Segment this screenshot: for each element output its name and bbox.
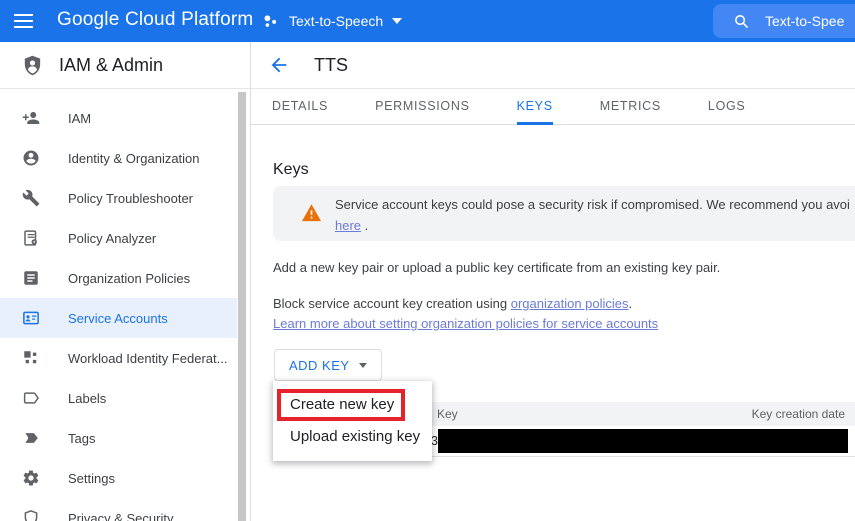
document-gear-icon xyxy=(22,229,40,247)
menu-item-upload-existing-key[interactable]: Upload existing key xyxy=(273,421,432,453)
sidebar-item-privacy-security[interactable]: Privacy & Security xyxy=(0,498,237,521)
brand-title: Google Cloud Platform xyxy=(57,9,253,31)
chevron-down-icon xyxy=(392,18,402,24)
organization-policies-link[interactable]: organization policies xyxy=(511,296,629,311)
warning-banner: Service account keys could pose a securi… xyxy=(273,186,855,241)
key-id-visible-text: 3 xyxy=(431,434,438,448)
service-account-icon xyxy=(22,309,40,327)
sidebar-item-label: Workload Identity Federat... xyxy=(68,351,227,366)
keys-heading: Keys xyxy=(273,161,309,179)
tab-bar: DETAILS PERMISSIONS KEYS METRICS LOGS xyxy=(251,89,855,125)
tab-metrics[interactable]: METRICS xyxy=(600,89,661,125)
sidebar-item-tags[interactable]: Tags xyxy=(0,418,237,458)
sidebar-nav: IAM Identity & Organization Policy Troub… xyxy=(0,89,250,521)
sidebar-item-policy-analyzer[interactable]: Policy Analyzer xyxy=(0,218,237,258)
sidebar-item-labels[interactable]: Labels xyxy=(0,378,237,418)
account-circle-icon xyxy=(22,149,40,167)
person-add-icon xyxy=(22,109,40,127)
warning-icon xyxy=(301,203,322,222)
article-icon xyxy=(22,269,40,287)
menu-item-create-new-key[interactable]: Create new key xyxy=(273,389,432,421)
sidebar-item-workload-identity-federation[interactable]: Workload Identity Federat... xyxy=(0,338,237,378)
tab-keys[interactable]: KEYS xyxy=(517,89,553,125)
tab-logs[interactable]: LOGS xyxy=(708,89,746,125)
sidebar-item-label: Privacy & Security xyxy=(68,511,173,521)
shield-icon xyxy=(22,509,40,521)
sidebar-item-label: Policy Troubleshooter xyxy=(68,191,193,206)
iam-admin-header: IAM & Admin xyxy=(0,42,250,88)
redaction-bar xyxy=(438,429,848,453)
block-key-creation-text: Block service account key creation using… xyxy=(273,296,632,311)
sidebar-item-label: Policy Analyzer xyxy=(68,231,156,246)
wrench-icon xyxy=(22,189,40,207)
gcp-console-window: Google Cloud Platform Text-to-Speech Tex… xyxy=(0,0,855,521)
sidebar-item-service-accounts[interactable]: Service Accounts xyxy=(0,298,237,338)
sidebar-item-label: Tags xyxy=(68,431,95,446)
project-name: Text-to-Speech xyxy=(289,13,383,29)
squares-icon xyxy=(22,349,40,367)
learn-more-link[interactable]: Learn more about setting organization po… xyxy=(273,316,658,331)
add-key-dropdown-menu: Create new key Upload existing key xyxy=(273,381,432,461)
warning-here-link[interactable]: here xyxy=(335,218,361,233)
add-key-label: ADD KEY xyxy=(289,358,350,373)
label-icon xyxy=(22,389,40,407)
back-arrow-icon xyxy=(268,54,290,76)
chevron-down-icon xyxy=(359,363,367,368)
column-key: Key xyxy=(437,402,458,426)
sidebar-item-identity-organization[interactable]: Identity & Organization xyxy=(0,138,237,178)
search-box[interactable]: Text-to-Spee xyxy=(713,4,855,38)
sidebar-item-label: Service Accounts xyxy=(68,311,168,326)
tab-details[interactable]: DETAILS xyxy=(272,89,328,125)
sidebar-item-label: Settings xyxy=(68,471,115,486)
sidebar-item-organization-policies[interactable]: Organization Policies xyxy=(0,258,237,298)
add-key-button[interactable]: ADD KEY xyxy=(274,349,382,381)
top-bar: Google Cloud Platform Text-to-Speech Tex… xyxy=(0,0,855,42)
sidebar-title: IAM & Admin xyxy=(59,55,163,76)
search-icon xyxy=(733,13,750,30)
column-key-creation-date: Key creation date xyxy=(752,402,845,426)
panel-divider xyxy=(250,42,251,521)
project-dots-icon xyxy=(262,12,280,30)
sidebar-item-label: Organization Policies xyxy=(68,271,190,286)
sidebar-item-label: Labels xyxy=(68,391,106,406)
sidebar-item-label: IAM xyxy=(68,111,91,126)
warning-text: Service account keys could pose a securi… xyxy=(335,197,850,212)
gear-icon xyxy=(22,469,40,487)
search-input[interactable]: Text-to-Spee xyxy=(765,13,844,29)
iam-admin-shield-icon xyxy=(21,54,44,77)
intro-text: Add a new key pair or upload a public ke… xyxy=(273,260,720,275)
warning-period: . xyxy=(365,218,369,233)
page-title: TTS xyxy=(314,55,348,76)
tag-icon xyxy=(22,429,40,447)
tab-permissions[interactable]: PERMISSIONS xyxy=(375,89,470,125)
sidebar-item-settings[interactable]: Settings xyxy=(0,458,237,498)
sidebar-item-policy-troubleshooter[interactable]: Policy Troubleshooter xyxy=(0,178,237,218)
sidebar-item-iam[interactable]: IAM xyxy=(0,98,237,138)
menu-hamburger-icon[interactable] xyxy=(14,10,38,32)
sidebar-item-label: Identity & Organization xyxy=(68,151,200,166)
section-header: IAM & Admin TTS xyxy=(0,42,855,89)
project-switcher[interactable]: Text-to-Speech xyxy=(262,0,402,42)
back-button[interactable] xyxy=(268,54,292,78)
sidebar-scrollbar[interactable] xyxy=(238,92,246,521)
